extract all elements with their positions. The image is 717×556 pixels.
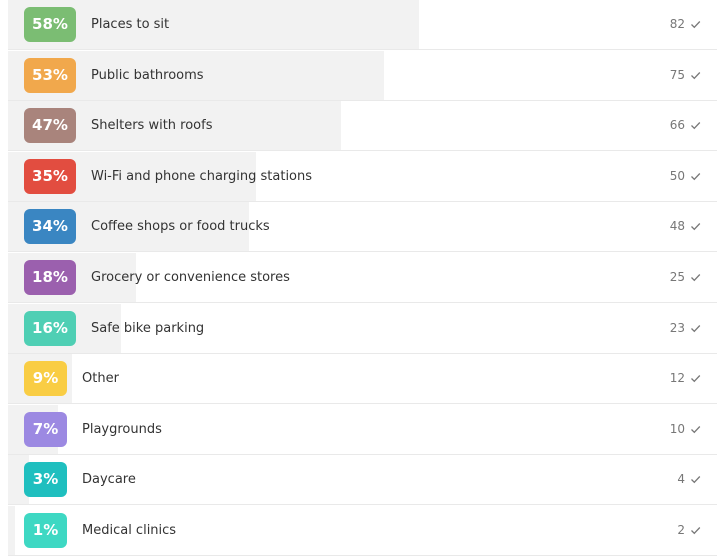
percent-badge: 47%: [24, 108, 76, 143]
percent-badge: 58%: [24, 7, 76, 42]
check-icon: [691, 375, 701, 383]
option-label: Places to sit: [91, 17, 170, 32]
result-share-bar: [8, 506, 15, 555]
result-row[interactable]: 3% Daycare 4: [8, 455, 717, 505]
option-label: Medical clinics: [82, 523, 177, 538]
percent-badge: 53%: [24, 58, 76, 93]
vote-count: 10: [669, 422, 685, 436]
vote-count: 2: [677, 523, 685, 537]
option-label: Public bathrooms: [91, 68, 204, 83]
option-label: Coffee shops or food trucks: [91, 219, 270, 234]
result-row[interactable]: 34% Coffee shops or food trucks 48: [8, 202, 717, 252]
result-row[interactable]: 47% Shelters with roofs 66: [8, 101, 717, 151]
result-row[interactable]: 7% Playgrounds 10: [8, 405, 717, 455]
vote-count: 82: [669, 17, 685, 31]
check-icon: [691, 122, 701, 130]
result-row[interactable]: 53% Public bathrooms 75: [8, 51, 717, 101]
percent-badge: 3%: [24, 462, 67, 497]
vote-count: 50: [669, 169, 685, 183]
check-icon: [691, 223, 701, 231]
percent-badge: 1%: [24, 513, 67, 548]
result-row[interactable]: 16% Safe bike parking 23: [8, 304, 717, 354]
vote-count: 12: [669, 371, 685, 385]
result-row[interactable]: 35% Wi-Fi and phone charging stations 50: [8, 152, 717, 202]
result-row[interactable]: 18% Grocery or convenience stores 25: [8, 253, 717, 303]
vote-count: 23: [669, 321, 685, 335]
poll-results-list: 58% Places to sit 82 53% Public bathrooms 75 4…: [0, 0, 717, 556]
option-label: Grocery or convenience stores: [91, 270, 290, 285]
percent-badge: 34%: [24, 209, 76, 244]
percent-badge: 16%: [24, 311, 76, 346]
vote-count: 25: [669, 270, 685, 284]
vote-count: 66: [669, 118, 685, 132]
option-label: Shelters with roofs: [91, 118, 213, 133]
check-icon: [691, 476, 701, 484]
percent-badge: 7%: [24, 412, 67, 447]
vote-count: 48: [669, 219, 685, 233]
check-icon: [691, 325, 701, 333]
check-icon: [691, 72, 701, 80]
check-icon: [691, 173, 701, 181]
percent-badge: 18%: [24, 260, 76, 295]
vote-count: 4: [677, 472, 685, 486]
percent-badge: 35%: [24, 159, 76, 194]
check-icon: [691, 21, 701, 29]
result-row[interactable]: 58% Places to sit 82: [8, 0, 717, 50]
option-label: Playgrounds: [82, 422, 162, 437]
option-label: Daycare: [82, 472, 136, 487]
check-icon: [691, 426, 701, 434]
result-row[interactable]: 9% Other 12: [8, 354, 717, 404]
option-label: Safe bike parking: [91, 321, 205, 336]
result-row[interactable]: 1% Medical clinics 2: [8, 506, 717, 556]
check-icon: [691, 527, 701, 535]
check-icon: [691, 274, 701, 282]
vote-count: 75: [669, 68, 685, 82]
option-label: Wi-Fi and phone charging stations: [91, 169, 313, 184]
option-label: Other: [82, 371, 119, 386]
percent-badge: 9%: [24, 361, 67, 396]
